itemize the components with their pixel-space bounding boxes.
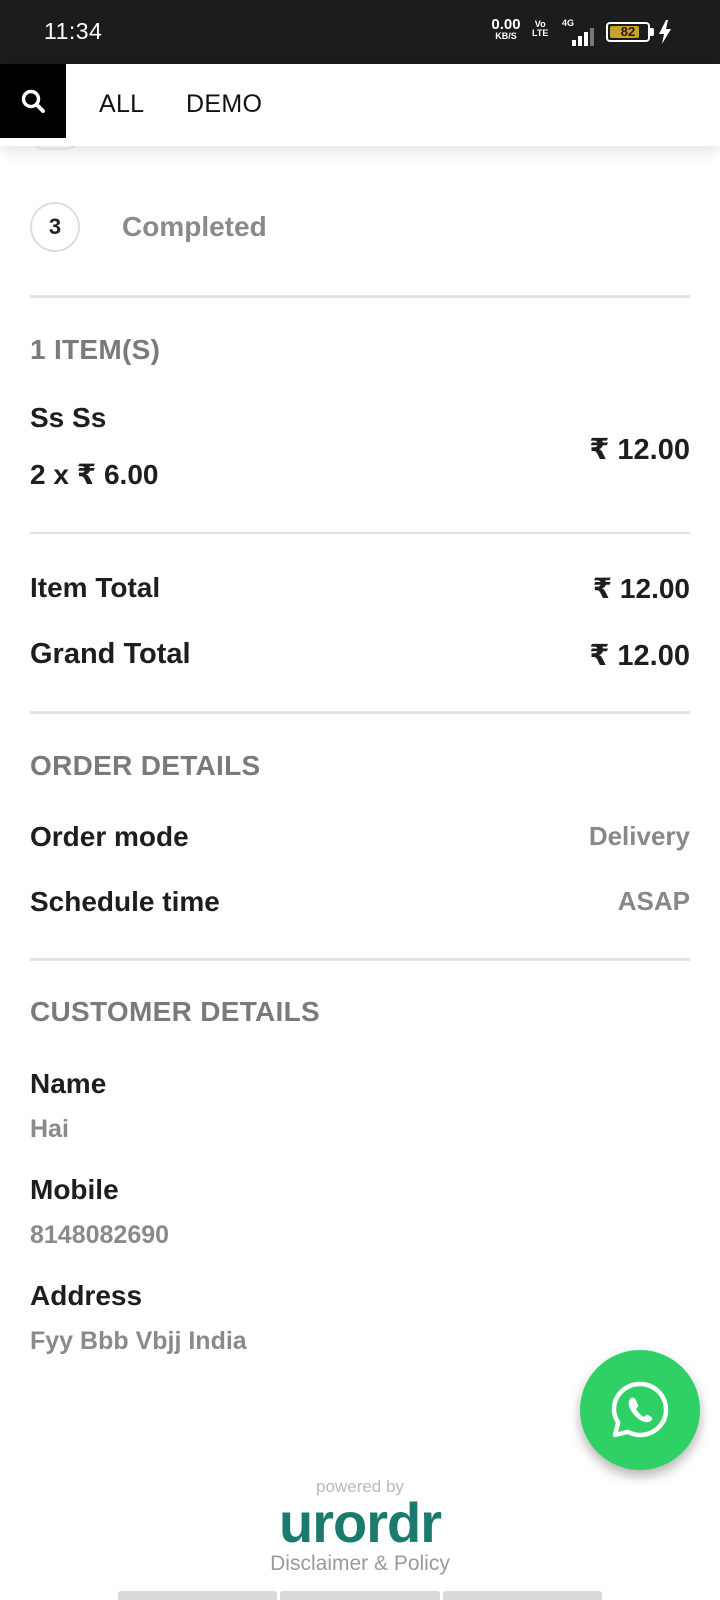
whatsapp-icon [611, 1381, 669, 1438]
step-label: Completed [122, 211, 267, 242]
schedule-time-label: Schedule time [30, 886, 220, 917]
customer-address-value: Fyy Bbb Vbjj India [30, 1327, 247, 1355]
nav-link-demo[interactable]: DEMO [186, 90, 262, 119]
brand-logo: urordr [279, 1491, 442, 1554]
signal-icon [572, 28, 594, 46]
divider [30, 532, 690, 534]
items-heading: 1 ITEM(S) [30, 334, 161, 365]
battery-cap [650, 28, 654, 36]
network-speed-value: 0.00 [491, 16, 521, 33]
customer-name-label: Name [30, 1068, 107, 1099]
divider [30, 711, 690, 714]
battery-icon: 82 [606, 22, 650, 42]
grand-total-label: Grand Total [30, 638, 191, 670]
battery-percent: 82 [620, 24, 636, 39]
volte-indicator: Vo LTE [532, 20, 548, 38]
customer-address-label: Address [30, 1280, 143, 1311]
search-button[interactable] [0, 64, 66, 138]
grand-total-value: ₹ 12.00 [589, 640, 690, 672]
top-nav: ALL DEMO [0, 64, 720, 146]
network-type: 4G [562, 18, 575, 28]
divider [30, 295, 690, 298]
search-icon [21, 89, 45, 113]
bottom-tab[interactable] [280, 1591, 440, 1600]
status-bar: 11:34 0.00 KB/S Vo LTE 4G 82 [0, 0, 720, 64]
item-total-value: ₹ 12.00 [592, 573, 690, 604]
item-total-label: Item Total [30, 572, 161, 603]
item-qty-price: 2 x ₹ 6.00 [30, 459, 159, 490]
bottom-tab-strip [118, 1591, 602, 1600]
order-details-heading: ORDER DETAILS [30, 750, 261, 781]
item-line-total: ₹ 12.00 [589, 434, 690, 466]
order-mode-label: Order mode [30, 821, 189, 852]
bottom-tab[interactable] [118, 1591, 278, 1600]
whatsapp-button[interactable] [580, 1350, 700, 1470]
nav-link-all[interactable]: ALL [99, 90, 144, 119]
network-speed: 0.00 KB/S [488, 17, 524, 41]
item-name: Ss Ss [30, 402, 107, 433]
customer-name-value: Hai [30, 1115, 69, 1143]
order-mode-value: Delivery [588, 821, 690, 851]
status-time: 11:34 [44, 18, 103, 44]
bottom-tab[interactable] [442, 1591, 602, 1600]
signal-indicator: 4G [562, 18, 596, 46]
network-speed-unit: KB/S [495, 31, 517, 41]
step-number: 3 [30, 202, 80, 252]
divider [30, 958, 690, 961]
volte-bottom: LTE [532, 28, 549, 38]
customer-mobile-value: 8148082690 [30, 1221, 170, 1249]
charging-icon [659, 20, 671, 44]
disclaimer-policy-link[interactable]: Disclaimer & Policy [0, 1552, 720, 1576]
schedule-time-value: ASAP [617, 886, 690, 916]
customer-mobile-label: Mobile [30, 1174, 119, 1205]
customer-details-heading: CUSTOMER DETAILS [30, 996, 320, 1027]
